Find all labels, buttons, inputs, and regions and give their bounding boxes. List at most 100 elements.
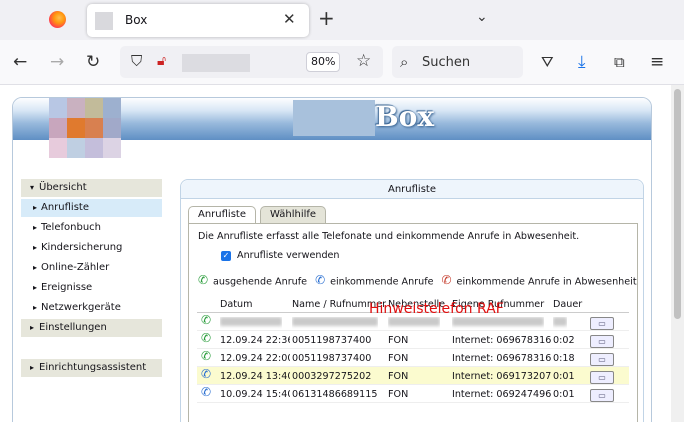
cell-date: 12.09.24 22:36 bbox=[220, 335, 290, 346]
phonebook-icon[interactable]: ▭ bbox=[590, 353, 614, 366]
checkbox-label: Anrufliste verwenden bbox=[237, 250, 340, 261]
outgoing-call-icon bbox=[197, 273, 210, 288]
page-scrollbar[interactable] bbox=[671, 85, 684, 422]
logo-tile bbox=[67, 118, 85, 138]
url-text-redacted bbox=[182, 54, 250, 72]
router-ui-frame: Box Übersicht Anrufliste Telefonbuch Kinder… bbox=[12, 97, 652, 422]
table-row: 12.09.24 13:400003297275202 FON Internet: … bbox=[197, 367, 629, 385]
cell-extension bbox=[388, 317, 440, 329]
call-type-legend: ausgehende Anrufe einkommende Anrufe ein… bbox=[197, 273, 637, 288]
search-placeholder: Suchen bbox=[422, 55, 471, 70]
cell-duration: 0:01 bbox=[553, 371, 575, 382]
forward-arrow-icon[interactable]: → bbox=[50, 52, 64, 72]
cell-date: 12.09.24 22:00 bbox=[220, 353, 290, 364]
incoming-call-icon bbox=[200, 387, 213, 400]
sidebar-item-ereignisse[interactable]: Ereignisse bbox=[21, 279, 162, 297]
cell-date: 10.09.24 15:40 bbox=[220, 389, 290, 400]
phonebook-icon[interactable]: ▭ bbox=[590, 371, 614, 384]
cell-own: Internet: 0696783163 bbox=[452, 353, 552, 364]
logo-tile bbox=[49, 98, 67, 118]
missed-call-icon bbox=[441, 273, 454, 288]
phonebook-icon[interactable]: ▭ bbox=[590, 317, 614, 330]
use-call-list-checkbox[interactable]: ✓ bbox=[221, 251, 231, 261]
browser-tab[interactable]: Box ✕ bbox=[87, 4, 309, 37]
cell-own: Internet: 0692474961 bbox=[452, 389, 552, 400]
close-tab-icon[interactable]: ✕ bbox=[283, 10, 296, 28]
url-bar[interactable]: ⛉ 🔓︎ 80% ☆ bbox=[120, 46, 383, 78]
cell-extension: FON bbox=[388, 389, 409, 400]
sidebar-menu: Übersicht Anrufliste Telefonbuch Kindersich… bbox=[21, 179, 162, 379]
sidebar-item-online-zähler[interactable]: Online-Zähler bbox=[21, 259, 162, 277]
outgoing-call-icon bbox=[200, 333, 213, 346]
zoom-level[interactable]: 80% bbox=[306, 52, 341, 72]
annotation-text: Hinweistelefon RAF bbox=[369, 301, 504, 317]
cell-duration: 0:02 bbox=[553, 335, 575, 346]
web-page: Box Übersicht Anrufliste Telefonbuch Kinder… bbox=[0, 85, 684, 422]
logo-tile bbox=[49, 138, 67, 158]
cell-duration: 0:18 bbox=[553, 353, 575, 364]
legend-incoming: einkommende Anrufe bbox=[330, 276, 434, 288]
phonebook-icon[interactable]: ▭ bbox=[590, 389, 614, 402]
tab-anrufliste[interactable]: Anrufliste bbox=[188, 206, 256, 224]
shield-icon[interactable]: ⛉ bbox=[131, 51, 142, 71]
outgoing-call-icon bbox=[200, 315, 213, 328]
logo-tile bbox=[103, 138, 121, 158]
sidebar-item-einrichtungsassistent[interactable]: Einrichtungsassistent bbox=[21, 359, 162, 377]
back-arrow-icon[interactable]: ← bbox=[13, 52, 27, 72]
brand-logo-text: Box bbox=[375, 100, 435, 133]
cell-duration: 0:01 bbox=[553, 389, 575, 400]
logo-tile bbox=[85, 118, 103, 138]
logo-tile bbox=[85, 98, 103, 118]
sidebar-item-übersicht[interactable]: Übersicht bbox=[21, 179, 162, 197]
sidebar-item-kindersicherung[interactable]: Kindersicherung bbox=[21, 239, 162, 257]
reload-icon[interactable]: ↻ bbox=[86, 52, 100, 72]
legend-missed: einkommende Anrufe in Abwesenheit bbox=[456, 276, 637, 288]
cell-number bbox=[292, 317, 378, 329]
col-date: Datum bbox=[220, 299, 253, 310]
sidebar-item-telefonbuch[interactable]: Telefonbuch bbox=[21, 219, 162, 237]
sidebar-item-netzwerkgeräte[interactable]: Netzwerkgeräte bbox=[21, 299, 162, 317]
downloads-icon[interactable]: ⤓ bbox=[578, 52, 586, 72]
cell-number: 0051198737400 bbox=[292, 335, 372, 346]
sidebar-item-anrufliste[interactable]: Anrufliste bbox=[21, 199, 162, 217]
new-tab-button[interactable]: + bbox=[318, 6, 335, 30]
phonebook-icon[interactable]: ▭ bbox=[590, 335, 614, 348]
tab-panel: Die Anrufliste erfasst alle Telefonate u… bbox=[188, 223, 638, 422]
tab-bar: Box ✕ + ⌄ bbox=[0, 0, 684, 40]
cell-own bbox=[452, 317, 544, 329]
logo-tile bbox=[67, 98, 85, 118]
bookmark-star-icon[interactable]: ☆ bbox=[356, 51, 371, 71]
cell-own: Internet: 0691732077 bbox=[452, 371, 552, 382]
logo-tile bbox=[103, 98, 121, 118]
table-body: ▭ 12.09.24 22:360051198737400 FON Internet:… bbox=[197, 313, 629, 403]
scrollbar-thumb[interactable] bbox=[674, 89, 681, 319]
cell-extension: FON bbox=[388, 353, 409, 364]
incoming-call-icon bbox=[200, 369, 213, 382]
content-panel: Anrufliste Anrufliste Wählhilfe Die Anru… bbox=[180, 179, 644, 422]
col-duration: Dauer bbox=[553, 299, 583, 310]
insecure-lock-icon[interactable]: 🔓︎ bbox=[157, 51, 166, 71]
firefox-icon[interactable] bbox=[49, 11, 66, 28]
content-title: Anrufliste bbox=[181, 180, 643, 199]
outgoing-call-icon bbox=[200, 351, 213, 364]
pocket-icon[interactable]: ⛛ bbox=[541, 52, 554, 72]
description-text: Die Anrufliste erfasst alle Telefonate u… bbox=[198, 231, 580, 242]
search-icon: ⌕ bbox=[400, 53, 409, 71]
favicon-icon bbox=[95, 12, 113, 30]
cell-own: Internet: 0696783163 bbox=[452, 335, 552, 346]
cell-date: 12.09.24 13:40 bbox=[220, 371, 290, 382]
cell-duration bbox=[553, 317, 567, 329]
cell-extension: FON bbox=[388, 335, 409, 346]
extensions-icon[interactable]: ⧉ bbox=[614, 52, 625, 72]
sidebar-item-einstellungen[interactable]: Einstellungen bbox=[21, 319, 162, 337]
menu-icon[interactable]: ≡ bbox=[650, 52, 664, 72]
table-row: 10.09.24 15:4006131486689115 FON Internet:… bbox=[197, 385, 629, 403]
search-box[interactable]: ⌕ Suchen bbox=[392, 46, 523, 78]
tab-title: Box bbox=[125, 13, 148, 27]
logo-tile bbox=[85, 138, 103, 158]
incoming-call-icon bbox=[314, 273, 327, 288]
cell-number: 0051198737400 bbox=[292, 353, 372, 364]
list-tabs-chevron-icon[interactable]: ⌄ bbox=[476, 9, 488, 25]
nav-bar: ← → ↻ ⛉ 🔓︎ 80% ☆ ⌕ Suchen ⛛ ⤓ ⧉ ≡ bbox=[0, 40, 684, 85]
tab-waehlhilfe[interactable]: Wählhilfe bbox=[260, 206, 327, 223]
